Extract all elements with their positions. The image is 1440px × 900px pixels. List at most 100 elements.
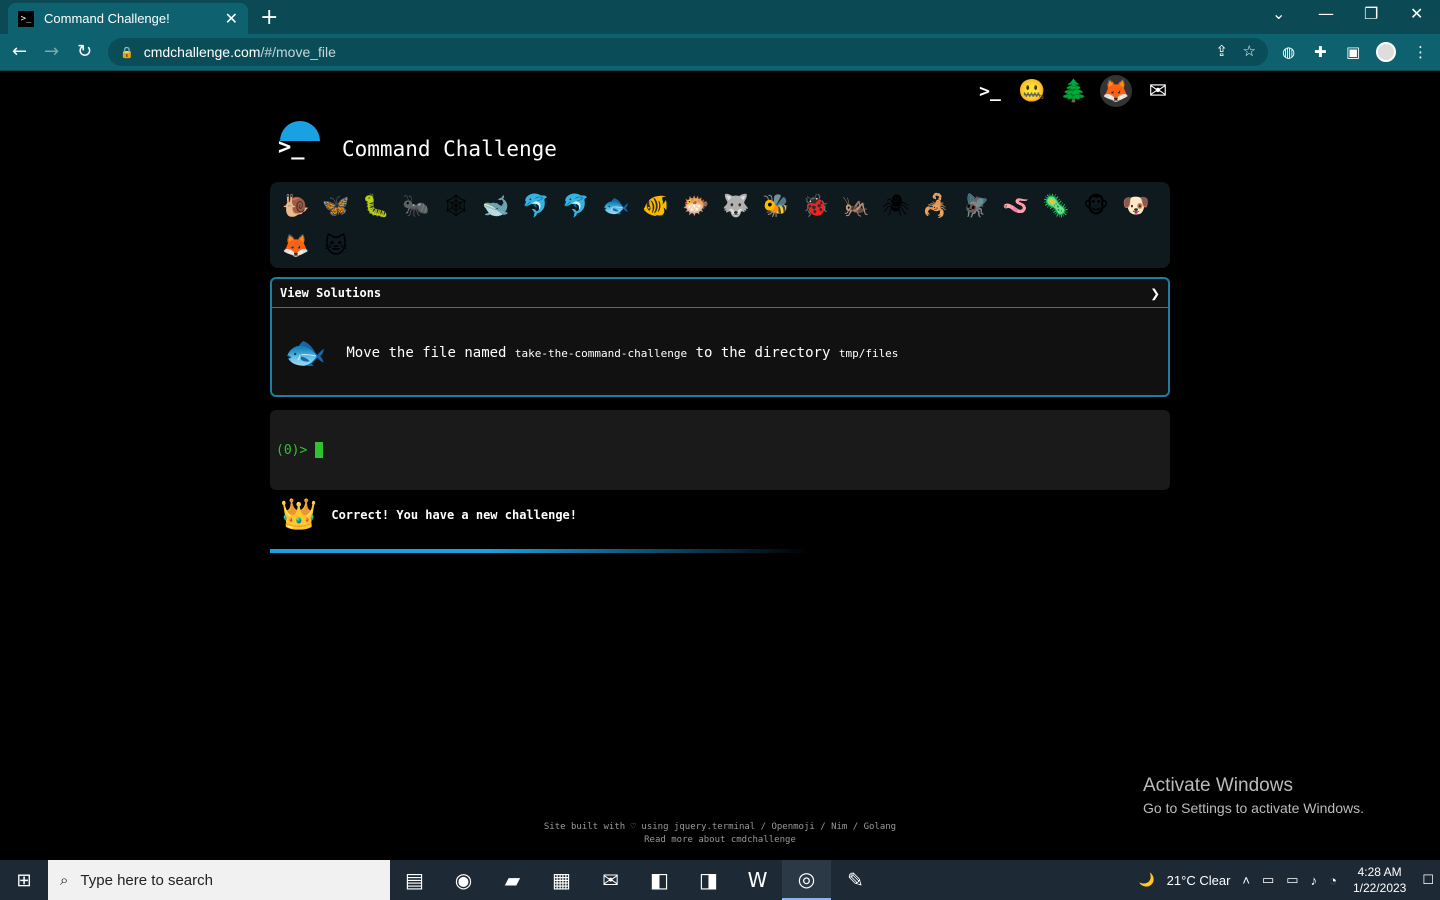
- browser-tab-strip: >_ Command Challenge! ✕ + ⌄ — ❐ ✕: [0, 0, 1440, 34]
- lock-icon: 🔒: [120, 46, 134, 59]
- minimize-icon[interactable]: —: [1318, 4, 1334, 23]
- volume-icon[interactable]: ♪: [1311, 873, 1318, 888]
- challenge-animal-icon[interactable]: 🐌: [276, 186, 316, 226]
- file-explorer-icon[interactable]: ▰: [488, 860, 537, 900]
- chevron-right-icon: ❯: [1150, 283, 1160, 303]
- tab-search-icon[interactable]: ⌄: [1272, 4, 1285, 23]
- desc-middle: to the directory: [687, 344, 839, 361]
- browser-toolbar: ← → ↻ 🔒 cmdchallenge.com/#/move_file ⇪ ☆…: [0, 34, 1440, 71]
- challenge-animal-icon[interactable]: 🐛: [356, 186, 396, 226]
- challenge-animal-icon[interactable]: 🐺: [716, 186, 756, 226]
- taskbar-search[interactable]: ⌕ Type here to search: [48, 860, 390, 900]
- tree-icon[interactable]: 🌲: [1058, 75, 1090, 107]
- status-text: Correct! You have a new challenge!: [331, 507, 577, 522]
- challenge-animal-icon[interactable]: 🦋: [316, 186, 356, 226]
- challenge-animal-icon[interactable]: 🐬: [516, 186, 556, 226]
- mail-app-icon[interactable]: ✉: [586, 860, 635, 900]
- search-icon: ⌕: [60, 871, 69, 889]
- desc-before: Move the file named: [346, 344, 515, 361]
- terminal-cursor: [315, 442, 324, 458]
- challenge-animal-icon[interactable]: 🐶: [1116, 186, 1156, 226]
- task-view-icon[interactable]: ▤: [390, 860, 439, 900]
- profile-avatar[interactable]: [1376, 42, 1396, 62]
- dir-name: tmp/files: [838, 346, 899, 360]
- challenge-animal-icon[interactable]: 🦂: [916, 186, 956, 226]
- challenge-animal-icon[interactable]: 🐡: [676, 186, 716, 226]
- site-logo[interactable]: >_: [278, 121, 322, 165]
- restore-icon[interactable]: ❐: [1364, 4, 1378, 23]
- forward-icon[interactable]: →: [44, 41, 59, 62]
- battery-icon[interactable]: ▭: [1286, 872, 1298, 888]
- share-icon[interactable]: ⇪: [1215, 42, 1228, 60]
- challenge-animal-icon[interactable]: 🦊: [276, 226, 316, 266]
- office-alt-icon[interactable]: ◨: [684, 860, 733, 900]
- fish-icon: 🐟: [284, 332, 327, 373]
- challenge-animal-icon[interactable]: 🦗: [836, 186, 876, 226]
- clock-time: 4:28 AM: [1357, 865, 1402, 879]
- chevron-up-icon[interactable]: ˄: [1242, 873, 1250, 888]
- footer: Site built with ♡ using jquery.terminal …: [0, 821, 1440, 847]
- challenge-animal-icon[interactable]: 🐟: [596, 186, 636, 226]
- challenge-animal-icon[interactable]: 🐞: [796, 186, 836, 226]
- system-tray: 🌙 21°C Clear ˄ ▭ ▭ ♪ ◔ 4:28 AM 1/22/2023…: [1132, 860, 1440, 900]
- store-icon[interactable]: ▦: [537, 860, 586, 900]
- top-icon-bar: >_ 🤐 🌲 🦊 ✉: [974, 75, 1174, 107]
- windows-start-icon[interactable]: ⊞: [0, 860, 48, 900]
- challenge-animal-icon[interactable]: 🐜: [396, 186, 436, 226]
- close-tab-icon[interactable]: ✕: [225, 9, 238, 29]
- wps-icon[interactable]: W: [733, 860, 782, 900]
- new-tab-button[interactable]: +: [260, 5, 278, 30]
- back-icon[interactable]: ←: [12, 41, 27, 62]
- paint-icon[interactable]: ✎: [831, 860, 880, 900]
- reload-icon[interactable]: ↻: [77, 41, 92, 62]
- extension-icon[interactable]: ◍: [1282, 43, 1295, 61]
- wifi-icon[interactable]: ◔: [1329, 873, 1337, 888]
- challenge-animal-icon[interactable]: 🦠: [1036, 186, 1076, 226]
- clock[interactable]: 4:28 AM 1/22/2023: [1353, 864, 1406, 896]
- chrome-icon[interactable]: ◎: [782, 860, 831, 900]
- challenge-animal-icon[interactable]: 🕸: [436, 186, 476, 226]
- challenge-animal-icon[interactable]: 🐝: [756, 186, 796, 226]
- office-icon[interactable]: ◧: [635, 860, 684, 900]
- view-solutions-toggle[interactable]: View Solutions ❯: [272, 279, 1168, 308]
- challenge-panel: View Solutions ❯ 🐟 Move the file named t…: [270, 277, 1170, 397]
- gitlab-icon[interactable]: 🦊: [1100, 75, 1132, 107]
- king-icon: 👑: [280, 497, 318, 532]
- mail-icon[interactable]: ✉: [1142, 75, 1174, 107]
- status-message: 👑 Correct! You have a new challenge!: [280, 497, 577, 532]
- challenge-animal-icon[interactable]: 🐋: [476, 186, 516, 226]
- footer-read-more-link[interactable]: Read more about cmdchallenge: [0, 834, 1440, 847]
- challenge-animal-icon[interactable]: 🪱: [996, 186, 1036, 226]
- challenge-animal-icon[interactable]: 🐱: [316, 226, 356, 266]
- challenge-animal-icon[interactable]: 🐵: [1076, 186, 1116, 226]
- challenge-animal-icon[interactable]: 🪰: [956, 186, 996, 226]
- terminal[interactable]: (0)>: [270, 410, 1170, 490]
- tab-title: Command Challenge!: [44, 11, 170, 26]
- bookmark-star-icon[interactable]: ☆: [1243, 42, 1256, 60]
- notification-icon[interactable]: ☐: [1422, 872, 1434, 888]
- challenge-body: 🐟 Move the file named take-the-command-c…: [272, 308, 1168, 397]
- edge-icon[interactable]: ◉: [439, 860, 488, 900]
- progress-bar: [270, 549, 810, 553]
- challenge-animal-icon[interactable]: 🐬: [556, 186, 596, 226]
- browser-tab[interactable]: >_ Command Challenge! ✕: [8, 3, 248, 34]
- extensions-puzzle-icon[interactable]: ✚: [1314, 43, 1327, 61]
- file-name: take-the-command-challenge: [514, 346, 688, 360]
- close-window-icon[interactable]: ✕: [1410, 4, 1423, 23]
- address-bar[interactable]: 🔒 cmdchallenge.com/#/move_file ⇪ ☆: [108, 38, 1268, 66]
- terminal-prompt: (0)>: [276, 442, 308, 458]
- weather-text[interactable]: 21°C Clear: [1167, 873, 1231, 888]
- zipper-mouth-icon[interactable]: 🤐: [1016, 75, 1048, 107]
- url-host: cmdchallenge.com: [143, 44, 261, 60]
- meet-icon[interactable]: ▭: [1262, 872, 1274, 888]
- side-panel-icon[interactable]: ▣: [1346, 43, 1360, 61]
- page-title: Command Challenge: [342, 137, 557, 161]
- search-placeholder: Type here to search: [80, 871, 213, 889]
- windows-taskbar: ⊞ ⌕ Type here to search ▤ ◉ ▰ ▦ ✉ ◧ ◨ W …: [0, 860, 1440, 900]
- challenge-animal-icon[interactable]: 🐠: [636, 186, 676, 226]
- terminal-icon[interactable]: >_: [974, 75, 1006, 107]
- activate-subtitle: Go to Settings to activate Windows.: [1143, 800, 1364, 816]
- challenge-animal-icon[interactable]: 🕷: [876, 186, 916, 226]
- page-content: >_ 🤐 🌲 🦊 ✉ >_ Command Challenge 🐌 🦋 🐛 🐜 🕸 🐋 🐬 🐬…: [0, 71, 1440, 860]
- menu-kebab-icon[interactable]: ⋮: [1413, 43, 1428, 61]
